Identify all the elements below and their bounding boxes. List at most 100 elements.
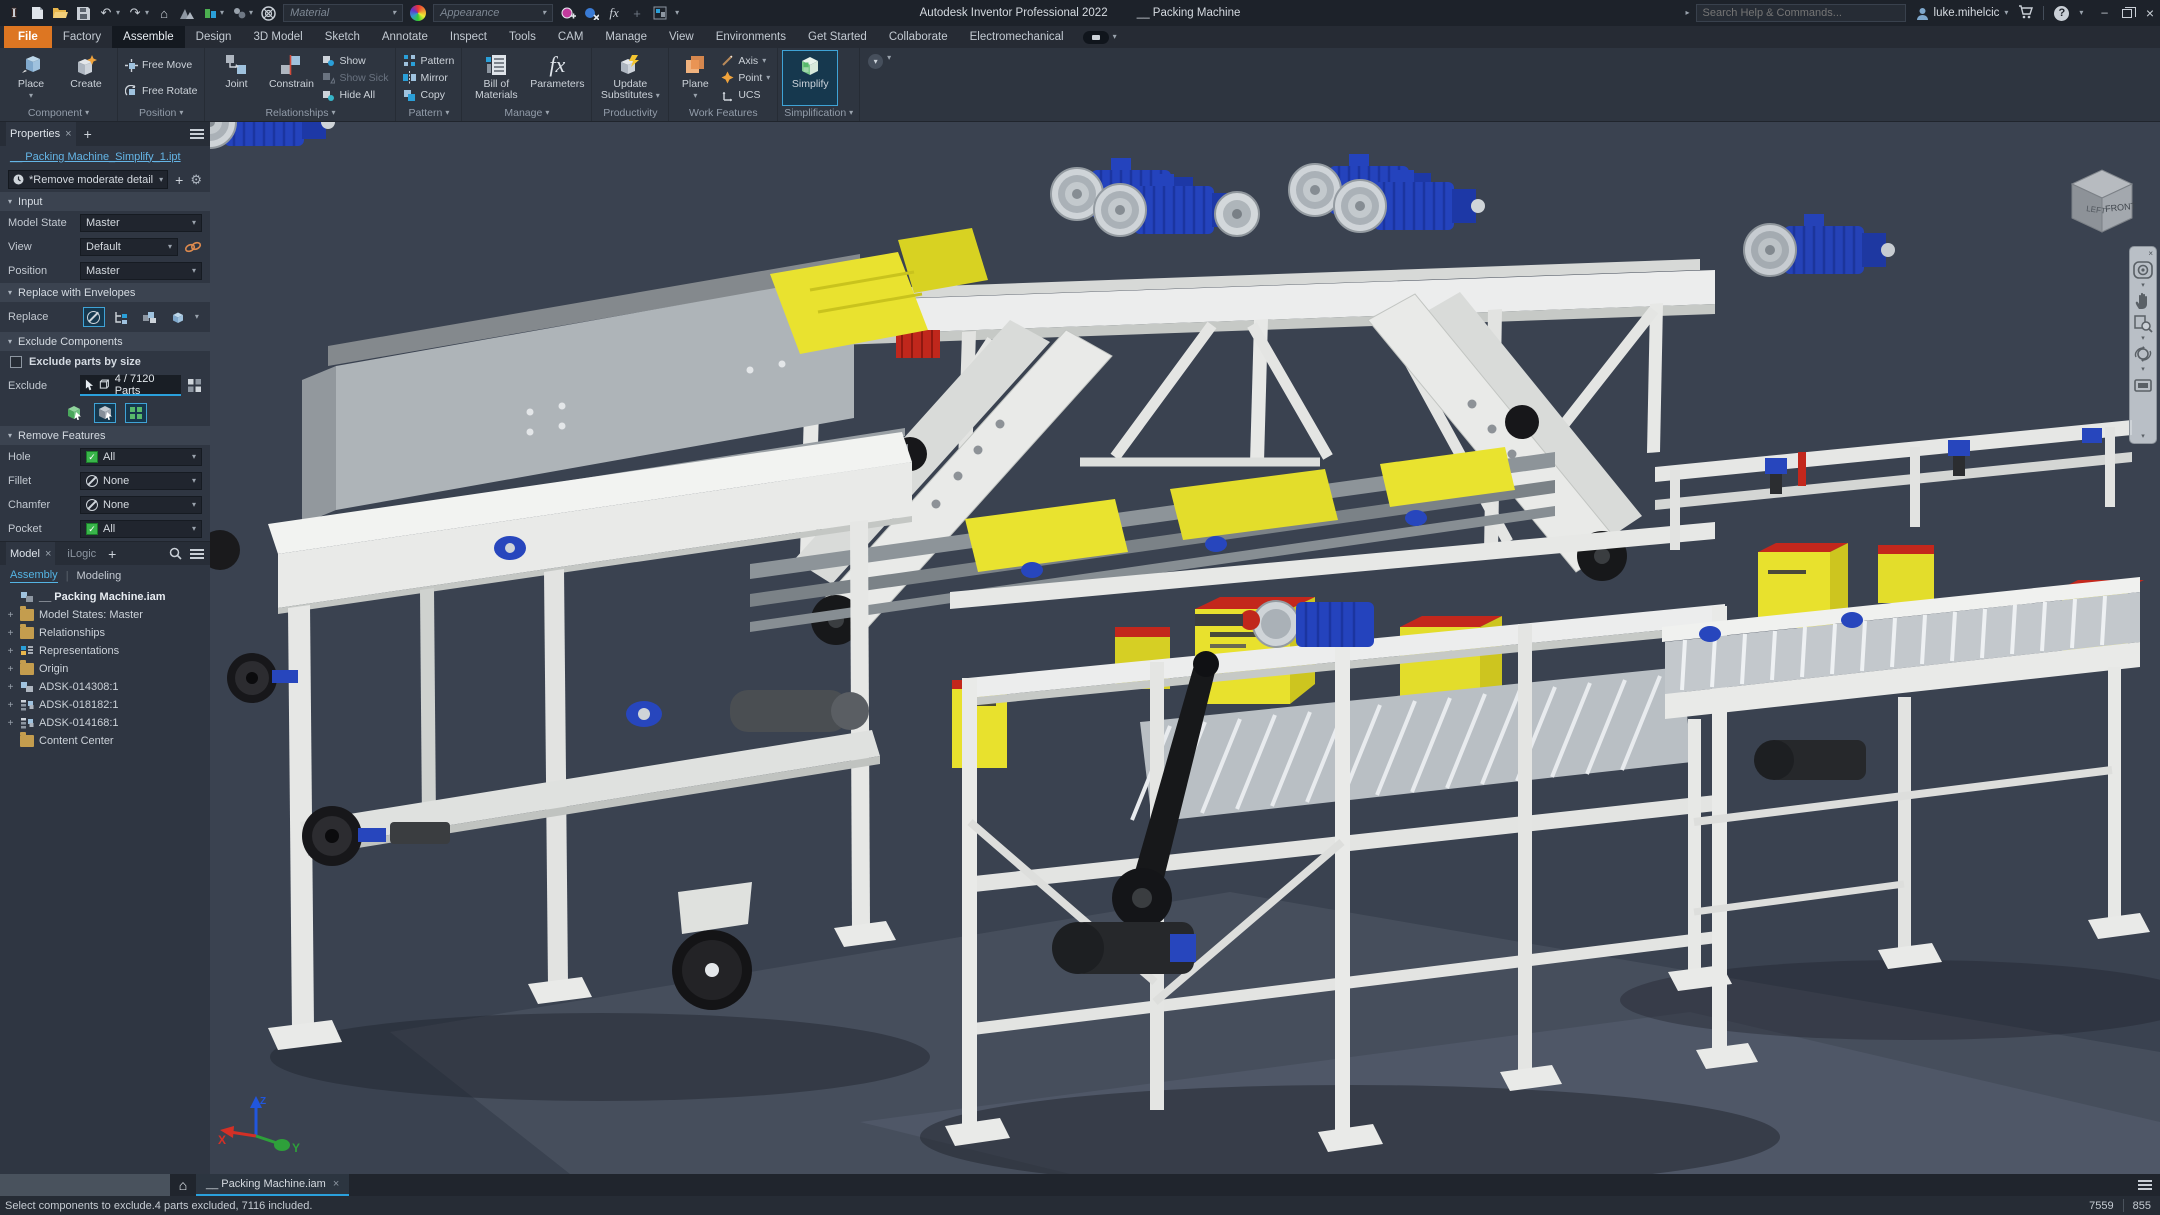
undo-icon[interactable]: ↶ <box>98 5 114 21</box>
home-view-button[interactable]: ⌂ <box>170 1174 196 1196</box>
qat-overflow-icon[interactable]: ▾ <box>675 9 679 17</box>
panel-label-manage[interactable]: Manage ▾ <box>462 105 591 121</box>
fillet-dropdown[interactable]: None ▾ <box>80 472 202 490</box>
tree-node-origin[interactable]: + Origin <box>6 660 210 678</box>
section-remove-features[interactable]: ▾ Remove Features <box>0 426 210 445</box>
pan-hand-icon[interactable] <box>2133 291 2153 311</box>
axis-button[interactable]: Axis ▾ <box>721 53 770 68</box>
select-by-grid-button[interactable] <box>125 402 147 423</box>
panel-label-simplification[interactable]: Simplification ▾ <box>778 105 859 121</box>
update-substitutes-button[interactable]: Update Substitutes ▾ <box>597 51 663 105</box>
free-move-button[interactable]: Free Move <box>125 58 197 73</box>
bill-of-materials-button[interactable]: Bill of Materials <box>467 51 525 105</box>
point-button[interactable]: Point ▾ <box>721 70 770 85</box>
visibility-dropdown-icon[interactable]: ▾ <box>249 9 253 17</box>
subtab-assembly[interactable]: Assembly <box>10 569 58 583</box>
chamfer-dropdown[interactable]: None ▾ <box>80 496 202 514</box>
ribbon-collapse-dropdown-icon[interactable]: ▾ <box>887 54 891 62</box>
appearance-dropdown[interactable]: Appearance ▾ <box>433 4 554 22</box>
tab-assemble[interactable]: Assemble <box>112 26 185 48</box>
show-sick-button[interactable]: Show Sick <box>322 70 388 85</box>
adjust-add-icon[interactable] <box>560 5 576 21</box>
material-dropdown[interactable]: Material ▾ <box>283 4 404 22</box>
navbar-caret-icon[interactable]: ▾ <box>2141 282 2145 289</box>
color-wheel-icon[interactable] <box>410 5 427 21</box>
properties-menu-icon[interactable] <box>190 129 204 139</box>
redo-icon[interactable]: ↷ <box>127 5 143 21</box>
select-include-button[interactable] <box>63 403 85 423</box>
navbar-caret-icon[interactable]: ▾ <box>2141 366 2145 373</box>
measure-dropdown-icon[interactable]: ▾ <box>220 9 224 17</box>
add-preset-button[interactable]: + <box>175 172 183 188</box>
show-button[interactable]: Show <box>322 53 388 68</box>
panel-label-productivity[interactable]: Productivity <box>592 105 668 121</box>
tab-factory[interactable]: Factory <box>52 26 112 48</box>
panel-label-pattern[interactable]: Pattern ▾ <box>396 105 461 121</box>
replace-none-button[interactable] <box>82 307 105 327</box>
tab-sketch[interactable]: Sketch <box>314 26 371 48</box>
view-dropdown[interactable]: Default ▾ <box>80 238 178 256</box>
replace-more-icon[interactable]: ▾ <box>195 313 199 321</box>
close-button[interactable]: × <box>2146 5 2154 21</box>
replace-single-envelope-button[interactable] <box>167 307 189 327</box>
parameters-button[interactable]: fx Parameters <box>528 51 586 105</box>
viewport-3d[interactable]: LEFT FRONT × ▾ ▾ ▾ ▾ X Y Z <box>210 122 2160 1174</box>
mirror-button[interactable]: Mirror <box>403 70 454 85</box>
axis-dropdown-icon[interactable]: ▾ <box>762 56 766 65</box>
properties-tab-close-icon[interactable]: × <box>65 128 71 140</box>
position-dropdown[interactable]: Master ▾ <box>80 262 202 280</box>
tree-node-adsk-018182[interactable]: + ADSK-018182:1 <box>6 696 210 714</box>
preset-dropdown[interactable]: *Remove moderate detail (l ▾ <box>8 170 169 189</box>
tab-3d-model[interactable]: 3D Model <box>242 26 313 48</box>
save-icon[interactable] <box>75 5 91 21</box>
new-file-icon[interactable] <box>29 5 45 21</box>
minimize-button[interactable]: – <box>2101 7 2107 19</box>
exclude-selection-field[interactable]: 4 / 7120 Parts <box>80 373 181 397</box>
browser-menu-icon[interactable] <box>190 548 204 559</box>
section-input[interactable]: ▾ Input <box>0 192 210 211</box>
parameters-fx-icon[interactable]: fx <box>606 5 622 21</box>
measure-icon[interactable] <box>202 5 218 21</box>
add-browser-tab-button[interactable]: + <box>108 546 116 562</box>
tab-environments[interactable]: Environments <box>705 26 797 48</box>
replace-each-top-level-button[interactable] <box>111 307 133 327</box>
search-arrow-icon[interactable]: ▸ <box>1686 9 1690 17</box>
tab-properties[interactable]: Properties × <box>6 122 76 146</box>
inventor-logo-icon[interactable]: I <box>6 5 22 21</box>
pocket-dropdown[interactable]: ✓ All ▾ <box>80 520 202 538</box>
add-panel-tab-button[interactable]: + <box>84 126 92 142</box>
tab-collaborate[interactable]: Collaborate <box>878 26 959 48</box>
replace-all-in-one-button[interactable] <box>139 307 161 327</box>
hole-dropdown[interactable]: ✓ All ▾ <box>80 448 202 466</box>
copy-button[interactable]: Copy <box>403 88 454 103</box>
joint-button[interactable]: Joint <box>210 51 262 105</box>
tab-get-started[interactable]: Get Started <box>797 26 878 48</box>
document-tab-close-icon[interactable]: × <box>333 1178 339 1190</box>
tab-electromechanical[interactable]: Electromechanical <box>959 26 1075 48</box>
record-dropdown-icon[interactable]: ▾ <box>1113 33 1117 41</box>
view-link-icon[interactable] <box>184 240 202 254</box>
plane-button[interactable]: Plane ▾ <box>674 51 716 105</box>
update-substitutes-dropdown-icon[interactable]: ▾ <box>656 91 660 100</box>
viewcube[interactable]: LEFT FRONT <box>2058 158 2144 244</box>
selection-grid-icon[interactable] <box>652 5 668 21</box>
tab-ilogic[interactable]: iLogic <box>63 542 100 565</box>
ribbon-collapse-icon[interactable]: ▾ <box>868 54 884 69</box>
tab-file[interactable]: File <box>4 26 52 48</box>
point-dropdown-icon[interactable]: ▾ <box>766 73 770 82</box>
component-visibility-icon[interactable] <box>231 5 247 21</box>
simplify-button[interactable]: Simplify <box>782 50 839 106</box>
pattern-button[interactable]: Pattern <box>403 53 454 68</box>
place-dropdown-icon[interactable]: ▾ <box>29 92 33 100</box>
panel-label-component[interactable]: Component ▾ <box>0 105 117 121</box>
add-command-icon[interactable]: + <box>629 5 645 21</box>
search-input[interactable] <box>1695 4 1906 22</box>
section-replace-with-envelopes[interactable]: ▾ Replace with Envelopes <box>0 283 210 302</box>
subtab-modeling[interactable]: Modeling <box>77 570 122 582</box>
render-icon[interactable] <box>179 5 195 21</box>
cart-icon[interactable] <box>2018 4 2034 22</box>
appearance-override-icon[interactable] <box>260 5 276 21</box>
restore-button[interactable] <box>2121 6 2136 18</box>
document-tabs-menu-icon[interactable] <box>2138 1180 2152 1190</box>
tree-node-content-center[interactable]: Content Center <box>6 732 210 750</box>
